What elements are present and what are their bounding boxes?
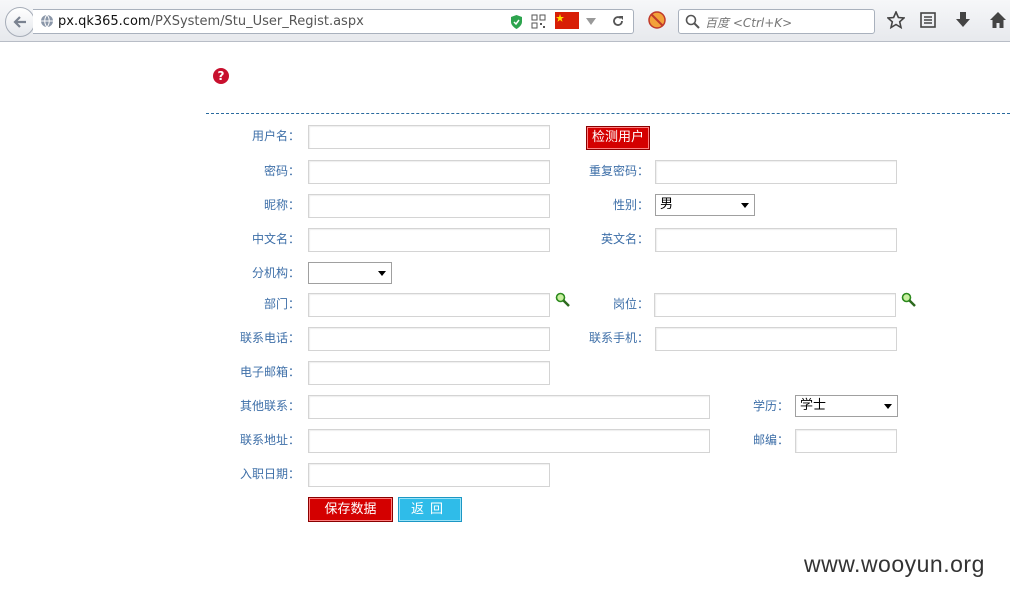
address-label: 联系地址：: [239, 433, 300, 447]
phone-label: 联系电话：: [239, 331, 300, 345]
education-select[interactable]: 学士: [795, 395, 898, 417]
confirm-password-input[interactable]: [655, 160, 897, 184]
username-input[interactable]: [308, 125, 550, 149]
hire-date-label: 入职日期：: [239, 467, 300, 481]
china-flag-icon[interactable]: [555, 12, 579, 29]
section-divider: [206, 113, 1010, 114]
search-box[interactable]: 百度 <Ctrl+K>: [678, 9, 875, 34]
mobile-input[interactable]: [655, 327, 897, 351]
chinese-name-input[interactable]: [308, 228, 550, 252]
english-name-input[interactable]: [655, 228, 897, 252]
address-input[interactable]: [308, 429, 710, 453]
watermark: www.wooyun.org: [804, 551, 985, 577]
dropdown-arrow-icon[interactable]: [586, 18, 596, 25]
email-input[interactable]: [308, 361, 550, 385]
position-lookup-icon[interactable]: [901, 292, 916, 307]
postcode-input[interactable]: [795, 429, 897, 453]
address-bar[interactable]: px.qk365.com/PXSystem/Stu_User_Regist.as…: [33, 9, 634, 34]
position-input[interactable]: [654, 293, 896, 317]
department-label: 部门：: [263, 297, 300, 311]
phone-input[interactable]: [308, 327, 550, 351]
qrcode-icon[interactable]: [531, 14, 546, 29]
bookmark-star-icon[interactable]: [887, 11, 905, 29]
mobile-label: 联系手机：: [588, 331, 649, 345]
department-input[interactable]: [308, 293, 550, 317]
username-label: 用户名：: [251, 129, 300, 143]
url-path: /PXSystem/Stu_User_Regist.aspx: [150, 14, 364, 29]
url-text: px.qk365.com/PXSystem/Stu_User_Regist.as…: [58, 14, 364, 29]
nickname-input[interactable]: [308, 194, 550, 218]
gender-value: 男: [660, 197, 674, 212]
help-icon[interactable]: ?: [213, 68, 229, 84]
other-contact-label: 其他联系：: [239, 399, 300, 413]
password-label: 密码：: [263, 164, 300, 178]
chevron-down-icon: [741, 203, 749, 208]
position-label: 岗位：: [612, 297, 649, 311]
postcode-label: 邮编：: [752, 433, 789, 447]
back-button[interactable]: [5, 7, 35, 37]
gender-select[interactable]: 男: [655, 194, 755, 216]
browser-toolbar: px.qk365.com/PXSystem/Stu_User_Regist.as…: [0, 0, 1010, 42]
reload-icon[interactable]: [611, 14, 625, 28]
url-host: px.qk365.com: [58, 14, 151, 29]
save-button[interactable]: 保存数据: [308, 497, 393, 522]
chinese-name-label: 中文名：: [251, 232, 300, 246]
education-value: 学士: [800, 398, 827, 413]
search-placeholder: 百度 <Ctrl+K>: [705, 16, 793, 30]
department-lookup-icon[interactable]: [555, 292, 570, 307]
gender-label: 性别：: [612, 198, 649, 212]
check-user-button[interactable]: 检测用户: [586, 126, 650, 150]
adblock-icon[interactable]: [648, 11, 666, 29]
password-input[interactable]: [308, 160, 550, 184]
download-icon[interactable]: [954, 11, 972, 29]
english-name-label: 英文名：: [600, 232, 649, 246]
shield-icon[interactable]: [509, 14, 524, 30]
back-nav-button[interactable]: 返回: [398, 497, 462, 522]
home-icon[interactable]: [989, 11, 1007, 29]
confirm-password-label: 重复密码：: [588, 164, 649, 178]
other-contact-input[interactable]: [308, 395, 710, 419]
email-label: 电子邮箱：: [239, 365, 300, 379]
reading-list-icon[interactable]: [919, 11, 937, 29]
globe-icon: [41, 14, 53, 28]
hire-date-input[interactable]: [308, 463, 550, 487]
back-arrow-icon: [13, 16, 26, 28]
search-icon: [685, 14, 700, 29]
nickname-label: 昵称：: [263, 198, 300, 212]
branch-label: 分机构：: [251, 266, 300, 280]
education-label: 学历：: [752, 399, 789, 413]
chevron-down-icon: [378, 271, 386, 276]
branch-select[interactable]: [308, 262, 392, 284]
chevron-down-icon: [884, 404, 892, 409]
